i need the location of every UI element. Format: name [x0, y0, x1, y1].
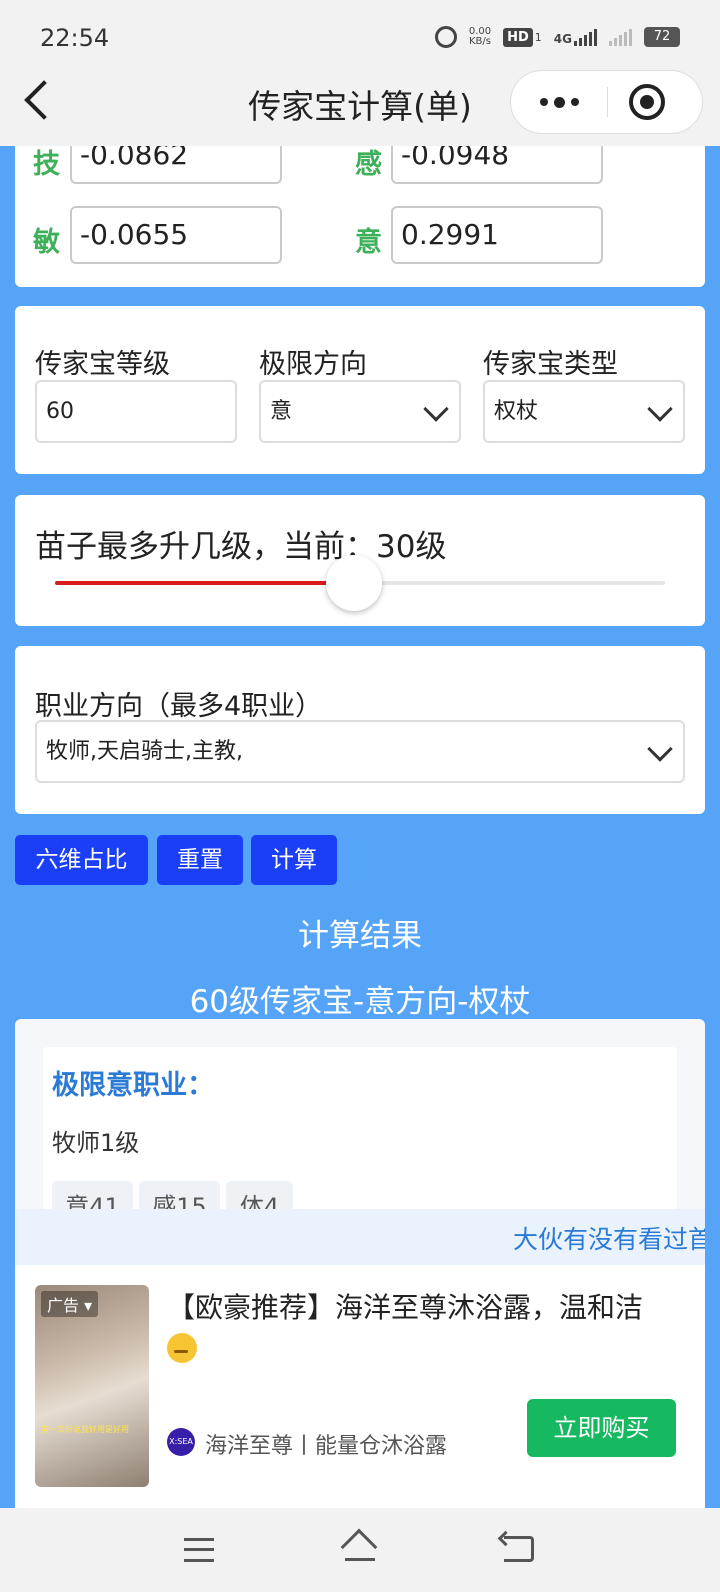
attr-label-gan: 感 [355, 149, 382, 180]
marquee-bar[interactable]: 大伙有没有看过首 [15, 1209, 705, 1265]
home-base [345, 1558, 375, 1561]
target-close-icon[interactable] [629, 84, 665, 120]
type-value: 权杖 [494, 399, 539, 424]
status-time: 22:54 [40, 24, 110, 52]
chevron-down-icon [647, 396, 673, 422]
system-nav-bar [0, 1508, 720, 1592]
more-dot-center [553, 96, 565, 108]
params-card: 传家宝等级 60 极限方向 意 传家宝类型 权杖 [15, 306, 705, 474]
back-icon[interactable] [504, 1536, 534, 1562]
slider-label: 苗子最多升几级，当前：30级 [35, 529, 447, 565]
capsule-divider [607, 87, 608, 117]
ratio-button[interactable]: 六维占比 [15, 835, 148, 885]
limit-job: 牧师1级 [52, 1129, 140, 1157]
thinking-emoji-icon [167, 1333, 197, 1363]
reset-button[interactable]: 重置 [157, 835, 243, 885]
chevron-down-icon [423, 396, 449, 422]
level-label: 传家宝等级 [35, 349, 170, 380]
attr-label-min: 敏 [33, 227, 60, 258]
direction-value: 意 [270, 399, 293, 424]
more-button[interactable] [511, 71, 607, 133]
buy-now-button[interactable]: 立即购买 [527, 1399, 676, 1457]
ad-badge-label: 广告 [47, 1296, 80, 1315]
result-subtitle: 60级传家宝-意方向-权杖 [189, 984, 531, 1020]
result-title: 计算结果 [298, 918, 422, 954]
ad-thumbnail[interactable]: 广告 ▾ 第一次听说我好用是好用 [35, 1285, 149, 1487]
result-card: 极限意职业： 牧师1级 意41 感15 体4 [15, 1019, 705, 1209]
attr-input-min[interactable]: -0.0655 [70, 206, 282, 264]
network-label: 4G [553, 32, 572, 46]
slider-track[interactable] [55, 555, 665, 611]
marquee-text: 大伙有没有看过首 [513, 1225, 705, 1254]
limit-title: 极限意职业： [52, 1070, 214, 1101]
brand-name: 海洋至尊丨能量仓沐浴露 [205, 1434, 448, 1459]
sim-number: 1 [534, 30, 542, 44]
home-icon[interactable] [340, 1528, 380, 1566]
top-bar: 22:54 0.00 KB/s HD 1 4G 72 传家宝计算(单) [0, 0, 720, 146]
jobs-select[interactable]: 牧师,天启骑士,主教, [35, 720, 685, 783]
stat-tag: 体4 [226, 1181, 293, 1209]
alarm-icon [434, 26, 457, 48]
limit-card: 极限意职业： 牧师1级 意41 感15 体4 [43, 1047, 677, 1209]
net-speed-unit: KB/s [468, 36, 491, 47]
menu-icon[interactable] [184, 1538, 214, 1562]
jobs-card: 职业方向（最多4职业） 牧师,天启骑士,主教, [15, 646, 705, 814]
signal-2-icon [609, 28, 632, 46]
network-type: 4G [554, 28, 597, 46]
mini-program-capsule [510, 70, 703, 134]
level-slider-card: 苗子最多升几级，当前：30级 [15, 495, 705, 626]
battery-icon: 72 [644, 27, 680, 47]
jobs-value: 牧师,天启骑士,主教, [46, 739, 243, 764]
brand-logo: X:SEA [167, 1428, 195, 1456]
net-speed: 0.00 KB/s [469, 27, 491, 47]
jobs-label: 职业方向（最多4职业） [35, 691, 323, 722]
ad-badge[interactable]: 广告 ▾ [41, 1291, 99, 1317]
slider-thumb[interactable] [325, 555, 382, 611]
direction-select[interactable]: 意 [259, 380, 461, 443]
stat-tag: 意41 [52, 1181, 133, 1209]
attr-label-ji: 技 [33, 149, 60, 180]
more-dot-right [570, 98, 579, 106]
type-label: 传家宝类型 [483, 349, 618, 380]
calc-button[interactable]: 计算 [251, 835, 337, 885]
chevron-down-icon [647, 736, 673, 762]
ad-banner[interactable]: 广告 ▾ 第一次听说我好用是好用 【欧豪推荐】海洋至尊沐浴露，温和洁 X:SEA… [15, 1265, 705, 1508]
attr-label-yi: 意 [355, 227, 382, 258]
signal-icon [574, 28, 597, 46]
status-icons: 0.00 KB/s HD 1 4G 72 [434, 26, 680, 48]
stat-tag: 感15 [139, 1181, 220, 1209]
type-select[interactable]: 权杖 [483, 380, 685, 443]
slider-fill [55, 581, 354, 585]
attributes-card: 技 -0.0862 感 -0.0948 敏 -0.0655 意 0.2991 [15, 126, 705, 287]
more-dots-icon [539, 98, 548, 106]
direction-label: 极限方向 [259, 349, 367, 380]
ad-title[interactable]: 【欧豪推荐】海洋至尊沐浴露，温和洁 [167, 1289, 697, 1365]
level-input[interactable]: 60 [35, 380, 237, 443]
hd-icon: HD [503, 27, 533, 47]
attr-input-yi[interactable]: 0.2991 [391, 206, 603, 264]
ad-thumb-caption: 第一次听说我好用是好用 [41, 1425, 129, 1434]
